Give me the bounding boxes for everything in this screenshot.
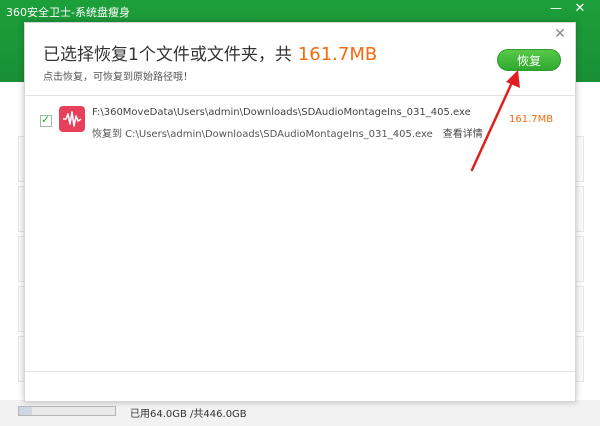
dialog-subtitle: 点击恢复，可恢复到原始路径哦！ bbox=[43, 72, 193, 83]
close-icon[interactable]: ✕ bbox=[553, 27, 567, 41]
disk-usage-text: 已用64.0GB /共446.0GB bbox=[130, 409, 247, 420]
file-checkbox[interactable]: ✓ bbox=[40, 113, 52, 127]
restore-path: 恢复到 C:\Users\admin\Downloads\SDAudioMont… bbox=[92, 129, 433, 140]
audio-file-icon bbox=[59, 106, 85, 132]
minimize-icon[interactable]: — bbox=[548, 2, 564, 16]
title-text: 已选择恢复1个文件或文件夹，共 bbox=[43, 45, 292, 65]
source-path: F:\360MoveData\Users\admin\Downloads\SDA… bbox=[92, 107, 471, 118]
disk-usage-fill bbox=[19, 407, 33, 415]
red-arrow-annotation bbox=[470, 70, 520, 172]
app-close-icon[interactable]: ✕ bbox=[572, 2, 588, 16]
dialog-title: 已选择恢复1个文件或文件夹，共 161.7MB bbox=[43, 40, 377, 65]
app-title: 360安全卫士-系统盘瘦身 bbox=[6, 6, 130, 19]
restore-path-line: 恢复到 C:\Users\admin\Downloads\SDAudioMont… bbox=[92, 125, 483, 140]
footer-divider bbox=[25, 371, 575, 372]
title-size: 161.7MB bbox=[297, 44, 378, 65]
disk-usage-bar bbox=[18, 406, 116, 416]
checkmark-icon: ✓ bbox=[41, 113, 51, 126]
